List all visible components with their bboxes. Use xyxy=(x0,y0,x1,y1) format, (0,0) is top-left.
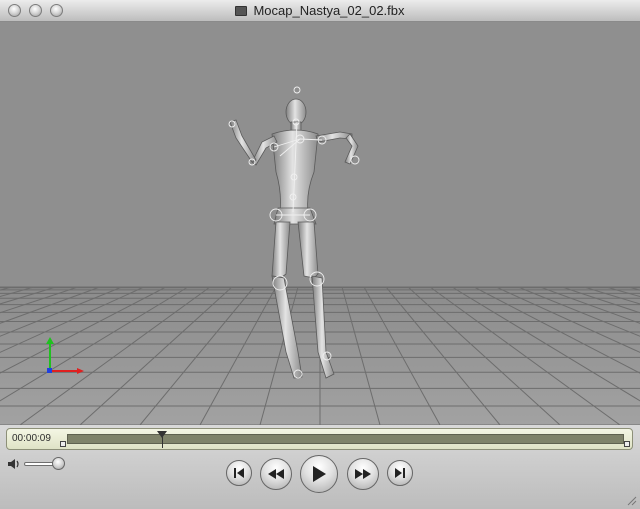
volume-slider-knob[interactable] xyxy=(52,457,65,470)
rewind-button[interactable] xyxy=(260,458,292,490)
fast-forward-icon xyxy=(355,469,371,479)
window-title: Mocap_Nastya_02_02.fbx xyxy=(0,0,640,22)
rewind-icon xyxy=(268,469,284,479)
window-title-text: Mocap_Nastya_02_02.fbx xyxy=(253,3,405,18)
skip-to-end-icon xyxy=(395,468,405,478)
go-to-end-button[interactable] xyxy=(387,460,413,486)
title-bar[interactable]: Mocap_Nastya_02_02.fbx xyxy=(0,0,640,22)
selection-in-marker[interactable] xyxy=(60,441,66,447)
play-button[interactable] xyxy=(300,455,338,493)
document-icon xyxy=(235,6,248,16)
fast-forward-button[interactable] xyxy=(347,458,379,490)
playback-controls: 00:00:09 xyxy=(0,425,640,509)
selection-out-marker[interactable] xyxy=(624,441,630,447)
scrubber-track[interactable] xyxy=(67,434,624,444)
timecode-display: 00:00:09 xyxy=(12,433,51,444)
player-window: Mocap_Nastya_02_02.fbx 00:00:09 xyxy=(0,0,640,509)
playhead-line xyxy=(161,437,163,448)
resize-grip-icon[interactable] xyxy=(625,494,637,506)
go-to-start-button[interactable] xyxy=(226,460,252,486)
skip-to-start-icon xyxy=(234,468,244,478)
3d-viewport[interactable] xyxy=(0,22,640,425)
timeline-bar[interactable]: 00:00:09 xyxy=(6,428,633,450)
speaker-icon[interactable] xyxy=(6,456,22,472)
playhead-handle[interactable] xyxy=(156,431,167,438)
scene-canvas xyxy=(0,22,640,425)
play-icon xyxy=(313,466,326,482)
